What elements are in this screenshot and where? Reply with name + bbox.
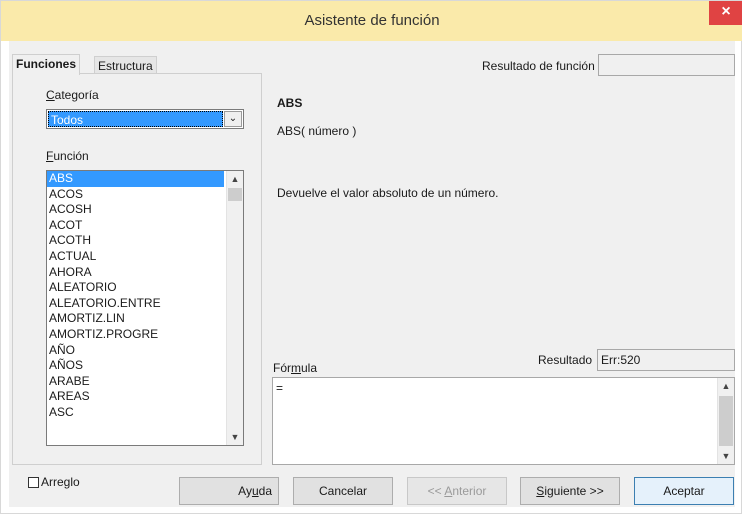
scroll-up-icon[interactable]: ▲	[227, 171, 243, 187]
formula-text: =	[276, 381, 284, 395]
function-list-item[interactable]: AÑO	[47, 343, 224, 359]
function-list-item[interactable]: ACOS	[47, 187, 224, 203]
window-title: Asistente de función	[304, 12, 440, 29]
tab-funciones[interactable]: Funciones	[12, 54, 81, 75]
function-wizard-window: Asistente de función × Funciones Estruct…	[0, 0, 742, 514]
function-list-item[interactable]: AMORTIZ.LIN	[47, 311, 224, 327]
function-result-label: Resultado de función	[482, 59, 595, 73]
function-list-item[interactable]: ABS	[47, 171, 224, 187]
function-label: Función	[46, 149, 89, 163]
function-name: ABS	[277, 96, 303, 110]
function-list-item[interactable]: ASC	[47, 405, 224, 421]
formula-scrollbar[interactable]: ▲ ▼	[717, 378, 734, 464]
title-bar[interactable]: Asistente de función ×	[1, 1, 742, 41]
function-list[interactable]: ABS ACOS ACOSH ACOT ACOTH ACTUAL AHORA ALEATORI…	[46, 170, 244, 446]
scroll-thumb[interactable]	[228, 188, 242, 201]
next-button[interactable]: Siguiente >>	[520, 477, 620, 505]
function-list-item[interactable]: ALEATORIO	[47, 280, 224, 296]
previous-button[interactable]: << Anterior	[407, 477, 507, 505]
scroll-down-icon[interactable]: ▼	[227, 429, 243, 445]
scroll-up-icon[interactable]: ▲	[718, 378, 734, 394]
function-signature: ABS( número )	[277, 124, 357, 138]
function-list-item[interactable]: AHORA	[47, 265, 224, 281]
function-list-scrollbar[interactable]: ▲ ▼	[226, 171, 243, 445]
function-list-item[interactable]: AREAS	[47, 389, 224, 405]
chevron-down-icon[interactable]: ⌄	[224, 111, 242, 127]
function-list-item[interactable]: ALEATORIO.ENTRE	[47, 296, 224, 312]
function-list-item[interactable]: ACTUAL	[47, 249, 224, 265]
category-label: Categoría	[46, 88, 99, 102]
formula-input[interactable]: = ▲ ▼	[272, 377, 735, 465]
scroll-thumb[interactable]	[719, 396, 733, 446]
function-description: Devuelve el valor absoluto de un número.	[277, 186, 499, 200]
array-label: Arreglo	[41, 475, 80, 489]
help-button[interactable]: Ayuda	[179, 477, 279, 505]
function-list-item[interactable]: AÑOS	[47, 358, 224, 374]
function-result-field	[598, 54, 735, 76]
formula-label: Fórmula	[273, 361, 318, 375]
result-value-field: Err:520	[597, 349, 735, 371]
close-icon: ×	[721, 3, 731, 20]
result-label: Resultado	[538, 353, 593, 367]
cancel-button[interactable]: Cancelar	[293, 477, 393, 505]
scroll-down-icon[interactable]: ▼	[718, 448, 734, 464]
accept-button[interactable]: Aceptar	[634, 477, 734, 505]
array-checkbox[interactable]	[28, 477, 39, 488]
function-list-item[interactable]: ARABE	[47, 374, 224, 390]
function-list-item[interactable]: AMORTIZ.PROGRE	[47, 327, 224, 343]
function-list-item[interactable]: ACOTH	[47, 233, 224, 249]
close-button[interactable]: ×	[709, 1, 742, 25]
function-list-item[interactable]: ACOSH	[47, 202, 224, 218]
category-select[interactable]: Todos ⌄	[46, 109, 244, 129]
function-list-item[interactable]: ACOT	[47, 218, 224, 234]
category-selected-value: Todos	[48, 111, 223, 127]
